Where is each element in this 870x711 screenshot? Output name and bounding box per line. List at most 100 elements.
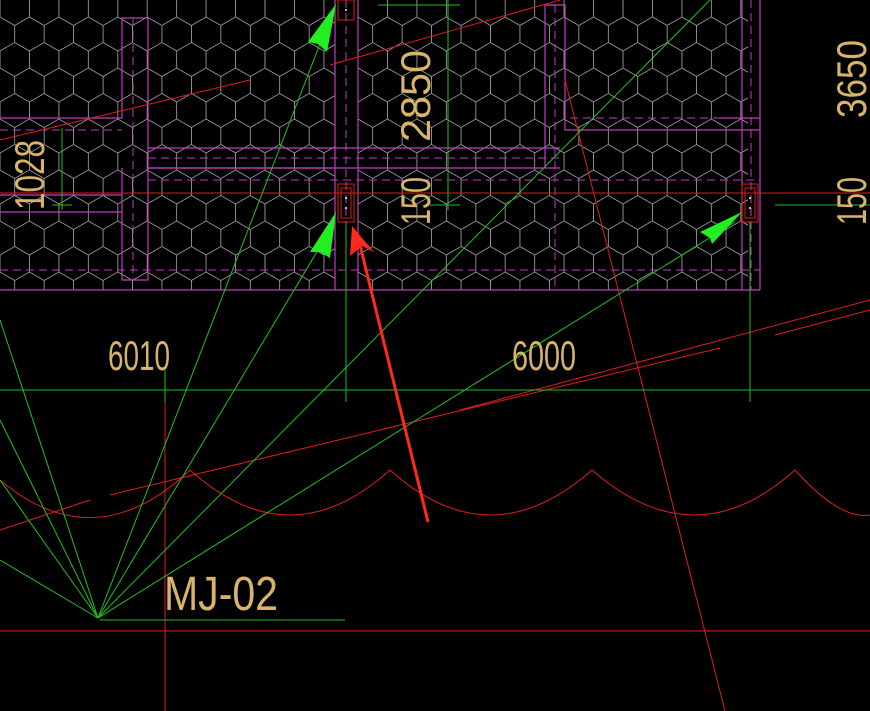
hex-cell	[58, 0, 89, 26]
hex-cell	[387, 246, 418, 281]
hex-cell	[622, 42, 653, 77]
hex-cell	[161, 169, 192, 205]
hex-cell	[323, 95, 335, 126]
hex-cell	[279, 16, 310, 52]
hex-cell	[696, 169, 727, 205]
hex-cell	[578, 67, 609, 103]
hex-cell	[740, 46, 748, 73]
hex-cell	[431, 220, 462, 256]
hex-cell	[358, 42, 388, 77]
hex-cell	[132, 67, 163, 103]
hex-cell	[563, 0, 594, 26]
hex-cell	[696, 271, 727, 290]
label-mj-02: MJ-02	[164, 568, 278, 621]
hex-cell	[339, 68, 369, 102]
hex-cell	[652, 42, 683, 77]
hex-hatch-region	[314, 0, 748, 290]
hex-cell	[460, 16, 491, 52]
hex-cell	[132, 16, 163, 52]
cad-drawing-canvas[interactable]: 6010 6000 2850 150 3650 150 1028 MJ-02	[0, 0, 870, 711]
hex-cell	[102, 67, 133, 103]
grid-line-diag-2	[329, 0, 561, 66]
hex-cell	[504, 195, 536, 230]
hex-cell	[578, 16, 609, 52]
hex-cell	[314, 68, 344, 102]
hex-cell	[0, 42, 30, 77]
hex-cell	[401, 220, 432, 256]
hex-cell	[593, 42, 624, 77]
hex-cell	[652, 0, 683, 26]
hex-cell	[264, 246, 295, 281]
hex-cell	[29, 93, 60, 128]
hex-cell	[534, 246, 565, 281]
hex-cell	[191, 271, 222, 290]
hex-cell	[681, 195, 712, 230]
hex-cell	[490, 169, 521, 205]
hex-cell	[710, 246, 742, 281]
hex-cell	[593, 195, 624, 230]
hex-cell	[191, 220, 222, 256]
hex-cell	[637, 67, 668, 103]
column-marker-right	[741, 183, 759, 223]
hex-cell	[358, 93, 388, 128]
hex-cell	[593, 93, 624, 128]
hex-cell	[534, 93, 565, 128]
hex-cell	[666, 16, 697, 52]
dimension-texts: 6010 6000 2850 150 3650 150 1028 MJ-02	[6, 40, 870, 621]
hex-cell	[696, 16, 727, 52]
hex-cell	[460, 169, 491, 205]
hex-hatch-pattern	[0, 0, 748, 290]
hex-cell	[401, 16, 432, 52]
hex-cell	[445, 42, 477, 77]
hex-cell	[132, 169, 163, 205]
hex-cell	[578, 118, 609, 154]
hex-cell	[504, 144, 536, 179]
hex-cell	[14, 271, 45, 290]
hex-cell	[475, 144, 506, 179]
hex-cell	[0, 16, 16, 52]
hex-cell	[279, 67, 310, 103]
hex-cell	[475, 42, 506, 77]
hex-cell	[504, 0, 536, 26]
hex-cell	[314, 170, 344, 204]
hex-cell	[205, 0, 236, 26]
hex-cell	[279, 220, 310, 256]
hex-cell	[652, 93, 683, 128]
hex-cell	[43, 67, 74, 103]
hex-cell	[308, 169, 335, 205]
hex-cell	[191, 67, 222, 103]
hex-cell	[235, 42, 266, 77]
hex-cell	[607, 169, 639, 205]
hex-cell	[294, 144, 325, 179]
hex-cell	[294, 0, 325, 26]
hex-cell	[637, 271, 668, 290]
grid-line-diag-3	[0, 499, 91, 531]
hex-cell	[73, 118, 104, 154]
hex-cell	[637, 220, 668, 256]
wall-outlines	[0, 0, 761, 291]
hex-cell	[504, 42, 536, 77]
hex-cell	[534, 42, 565, 77]
hex-cell	[102, 169, 133, 205]
hex-cell	[339, 17, 369, 51]
hex-cell	[358, 152, 359, 171]
hex-cell	[490, 67, 521, 103]
hex-cell	[622, 0, 653, 26]
hex-cell	[519, 271, 550, 290]
hex-cell	[358, 101, 359, 120]
hex-cell	[578, 169, 609, 205]
hex-cell	[102, 118, 133, 154]
hex-cell	[0, 271, 16, 290]
hex-cell	[205, 195, 236, 230]
hex-cell	[58, 42, 89, 77]
hex-cell	[14, 220, 45, 256]
hex-cell	[132, 220, 163, 256]
hex-cell	[534, 195, 565, 230]
hex-cell	[652, 246, 683, 281]
hex-cell	[0, 220, 16, 256]
hex-cell	[696, 118, 727, 154]
hex-cell	[696, 67, 727, 103]
hex-cell	[475, 0, 506, 26]
hex-cell	[294, 195, 325, 230]
dim-left-partial: 1028	[6, 140, 53, 210]
